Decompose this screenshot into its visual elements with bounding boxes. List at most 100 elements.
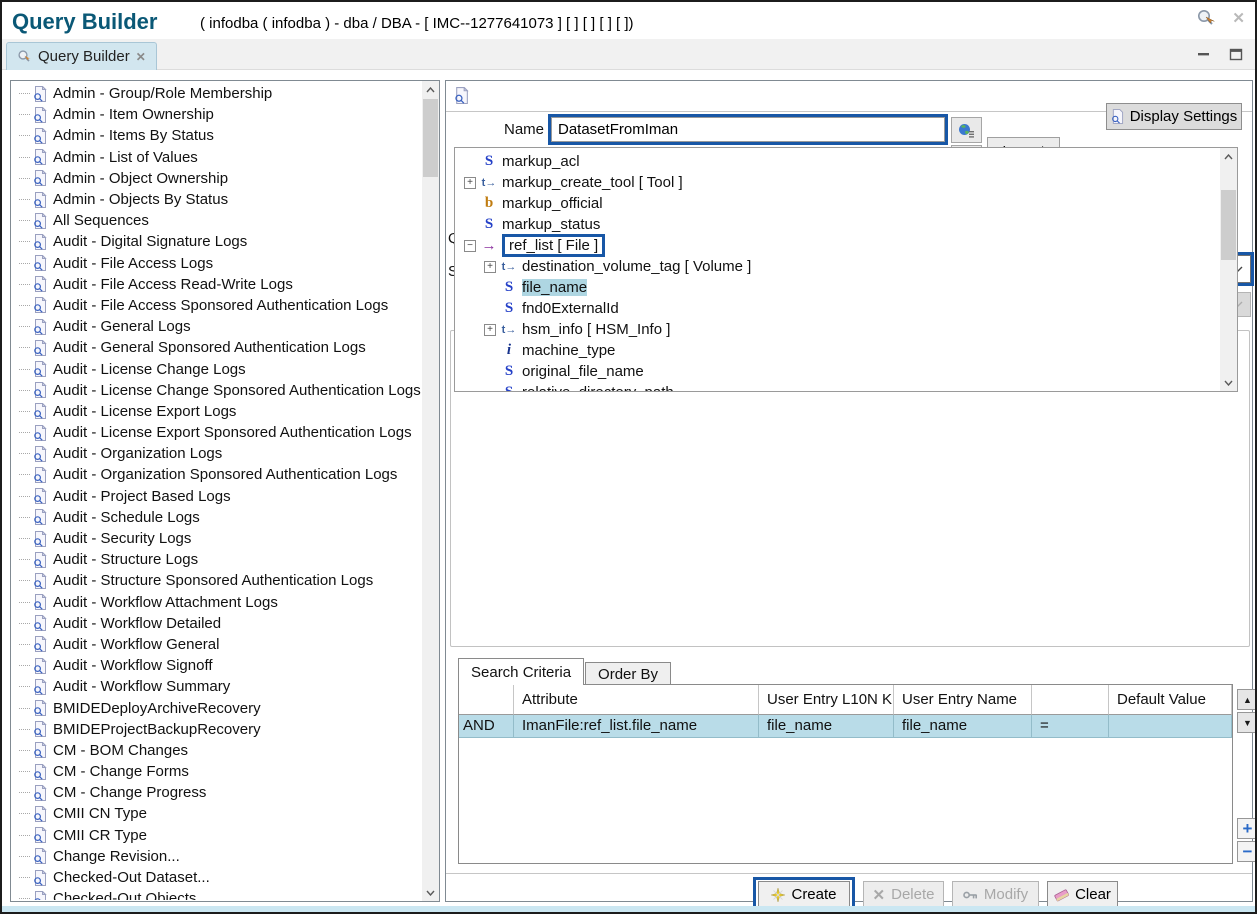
saved-query-item[interactable]: Audit - Workflow Summary: [12, 676, 421, 697]
delete-button[interactable]: ✕ Delete: [863, 881, 944, 908]
criteria-cell[interactable]: ImanFile:ref_list.file_name: [514, 715, 759, 738]
saved-query-item[interactable]: Audit - Structure Logs: [12, 549, 421, 570]
saved-query-item[interactable]: Audit - Workflow Attachment Logs: [12, 592, 421, 613]
saved-query-item[interactable]: Audit - Workflow Detailed: [12, 613, 421, 634]
remove-criteria-button[interactable]: −: [1237, 841, 1257, 862]
saved-query-item[interactable]: Admin - Item Ownership: [12, 104, 421, 125]
property-tree-item[interactable]: + t→ hsm_info [ HSM_Info ]: [456, 319, 1219, 340]
name-input[interactable]: [551, 117, 945, 142]
queries-scrollbar[interactable]: [422, 81, 439, 901]
criteria-column-header[interactable]: Default Value: [1109, 685, 1232, 715]
property-tree-item[interactable]: S file_name: [456, 277, 1219, 298]
saved-query-item[interactable]: Audit - Structure Sponsored Authenticati…: [12, 570, 421, 591]
saved-query-item[interactable]: CMII CN Type: [12, 803, 421, 824]
criteria-column-header[interactable]: Attribute: [514, 685, 759, 715]
row-move-up-button[interactable]: ▲: [1237, 689, 1257, 710]
clear-label: Clear: [1075, 886, 1111, 903]
query-icon: [33, 488, 47, 504]
saved-query-item[interactable]: Change Revision...: [12, 846, 421, 867]
saved-query-item[interactable]: Audit - File Access Logs: [12, 253, 421, 274]
saved-query-item[interactable]: Audit - Organization Sponsored Authentic…: [12, 464, 421, 485]
saved-query-item[interactable]: Audit - Digital Signature Logs: [12, 231, 421, 252]
add-criteria-button[interactable]: +: [1237, 818, 1257, 839]
property-tree-item[interactable]: S fnd0ExternalId: [456, 298, 1219, 319]
saved-query-item[interactable]: CMII CR Type: [12, 825, 421, 846]
saved-query-item[interactable]: Audit - Workflow General: [12, 634, 421, 655]
criteria-column-header[interactable]: User Entry Name: [894, 685, 1032, 715]
expander-icon[interactable]: +: [464, 177, 476, 189]
tab-search-criteria[interactable]: Search Criteria: [458, 658, 584, 685]
saved-query-item[interactable]: BMIDEProjectBackupRecovery: [12, 719, 421, 740]
criteria-cell[interactable]: [1109, 715, 1232, 738]
saved-query-item[interactable]: CM - BOM Changes: [12, 740, 421, 761]
saved-query-item[interactable]: Audit - File Access Sponsored Authentica…: [12, 295, 421, 316]
saved-query-item[interactable]: Admin - Objects By Status: [12, 189, 421, 210]
scroll-up-icon[interactable]: [1220, 148, 1237, 165]
criteria-column-header[interactable]: User Entry L10N K...: [759, 685, 894, 715]
close-icon[interactable]: ✕: [1232, 9, 1245, 27]
property-tree-item[interactable]: i machine_type: [456, 340, 1219, 361]
scroll-thumb[interactable]: [1221, 190, 1236, 260]
saved-query-item[interactable]: Admin - Group/Role Membership: [12, 83, 421, 104]
saved-query-item[interactable]: All Sequences: [12, 210, 421, 231]
saved-query-item[interactable]: Audit - Organization Logs: [12, 443, 421, 464]
saved-query-item[interactable]: Audit - Workflow Signoff: [12, 655, 421, 676]
criteria-column-header[interactable]: [459, 685, 514, 715]
expander-icon[interactable]: +: [484, 261, 496, 273]
scroll-thumb[interactable]: [423, 99, 438, 177]
saved-query-item[interactable]: Audit - Security Logs: [12, 528, 421, 549]
saved-query-item[interactable]: BMIDEDeployArchiveRecovery: [12, 697, 421, 718]
query-icon: [33, 86, 47, 102]
property-tree-item[interactable]: S markup_status: [456, 214, 1219, 235]
property-tree-item[interactable]: + t→ destination_volume_tag [ Volume ]: [456, 256, 1219, 277]
create-button[interactable]: Create: [758, 881, 850, 908]
tab-query-builder[interactable]: Query Builder ✕: [6, 42, 157, 70]
property-tree-item[interactable]: + t→ markup_create_tool [ Tool ]: [456, 172, 1219, 193]
tab-order-by[interactable]: Order By: [585, 662, 671, 685]
saved-query-item[interactable]: Checked-Out Objects: [12, 888, 421, 900]
name-localization-button[interactable]: [951, 117, 982, 143]
criteria-cell[interactable]: file_name: [759, 715, 894, 738]
property-tree-item[interactable]: − → ref_list [ File ]: [456, 235, 1219, 256]
scroll-up-icon[interactable]: [422, 81, 439, 98]
saved-query-item[interactable]: Audit - License Export Logs: [12, 401, 421, 422]
minimize-icon[interactable]: [1197, 48, 1211, 61]
row-move-down-button[interactable]: ▼: [1237, 712, 1257, 733]
scroll-down-icon[interactable]: [422, 884, 439, 901]
query-builder-window: Query Builder ( infodba ( infodba ) - db…: [0, 0, 1257, 914]
saved-query-item[interactable]: CM - Change Forms: [12, 761, 421, 782]
saved-query-item[interactable]: Audit - General Sponsored Authentication…: [12, 337, 421, 358]
saved-query-item[interactable]: Audit - License Export Sponsored Authent…: [12, 422, 421, 443]
saved-query-item[interactable]: Audit - License Change Sponsored Authent…: [12, 380, 421, 401]
saved-query-item[interactable]: CM - Change Progress: [12, 782, 421, 803]
property-tree-item[interactable]: S markup_acl: [456, 151, 1219, 172]
tab-close-icon[interactable]: ✕: [136, 50, 146, 64]
query-icon: [454, 87, 469, 104]
display-settings-button[interactable]: Display Settings: [1106, 103, 1242, 130]
saved-query-item[interactable]: Audit - License Change Logs: [12, 358, 421, 379]
saved-query-item[interactable]: Admin - List of Values: [12, 147, 421, 168]
property-tree-item[interactable]: S relative_directory_path: [456, 382, 1219, 391]
query-builder-perspective-icon[interactable]: [1196, 8, 1216, 28]
criteria-cell[interactable]: file_name: [894, 715, 1032, 738]
maximize-icon[interactable]: [1229, 48, 1243, 61]
scroll-down-icon[interactable]: [1220, 374, 1237, 391]
criteria-column-header[interactable]: [1032, 685, 1109, 715]
saved-query-item[interactable]: Audit - Project Based Logs: [12, 486, 421, 507]
saved-query-item[interactable]: Audit - File Access Read-Write Logs: [12, 274, 421, 295]
criteria-row[interactable]: ANDImanFile:ref_list.file_namefile_namef…: [459, 715, 1232, 738]
expander-icon[interactable]: +: [484, 324, 496, 336]
saved-query-item[interactable]: Checked-Out Dataset...: [12, 867, 421, 888]
saved-query-item[interactable]: Audit - General Logs: [12, 316, 421, 337]
saved-query-item[interactable]: Admin - Object Ownership: [12, 168, 421, 189]
property-tree-scrollbar[interactable]: [1220, 148, 1237, 391]
modify-button[interactable]: Modify: [952, 881, 1039, 908]
criteria-cell[interactable]: =: [1032, 715, 1109, 738]
saved-query-item[interactable]: Admin - Items By Status: [12, 125, 421, 146]
expander-icon[interactable]: −: [464, 240, 476, 252]
clear-button[interactable]: Clear: [1047, 881, 1118, 908]
property-tree-item[interactable]: S original_file_name: [456, 361, 1219, 382]
property-tree-item[interactable]: b markup_official: [456, 193, 1219, 214]
saved-query-item[interactable]: Audit - Schedule Logs: [12, 507, 421, 528]
criteria-cell[interactable]: AND: [459, 715, 514, 738]
